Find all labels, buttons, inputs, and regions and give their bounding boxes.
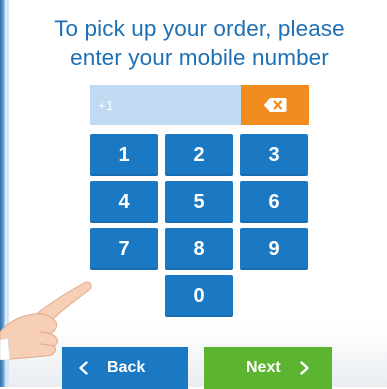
instruction-heading: To pick up your order, please enter your… — [12, 14, 387, 72]
chevron-right-icon — [299, 361, 309, 375]
keypad-key-9[interactable]: 9 — [240, 228, 308, 270]
keypad-key-1[interactable]: 1 — [90, 134, 158, 176]
backspace-button[interactable] — [241, 85, 309, 125]
country-code-prefix: +1 — [98, 97, 114, 113]
keypad-key-3[interactable]: 3 — [240, 134, 308, 176]
phone-number-field[interactable]: +1 — [90, 85, 241, 125]
chevron-left-icon — [79, 361, 88, 375]
back-button-label: Back — [107, 359, 146, 376]
keypad-key-4[interactable]: 4 — [90, 181, 158, 223]
backspace-icon — [263, 98, 287, 112]
keypad-key-2[interactable]: 2 — [165, 134, 233, 176]
keypad-key-0[interactable]: 0 — [165, 275, 233, 317]
keypad-key-8[interactable]: 8 — [165, 228, 233, 270]
kiosk-screen: To pick up your order, please enter your… — [0, 0, 387, 389]
instruction-line-1: To pick up your order, please — [54, 16, 345, 41]
keypad-key-6[interactable]: 6 — [240, 181, 308, 223]
instruction-line-2: enter your mobile number — [70, 45, 329, 70]
next-button-label: Next — [246, 359, 281, 376]
back-button[interactable]: Back — [62, 347, 188, 389]
next-button[interactable]: Next — [204, 347, 332, 389]
keypad-key-7[interactable]: 7 — [90, 228, 158, 270]
keypad-key-5[interactable]: 5 — [165, 181, 233, 223]
